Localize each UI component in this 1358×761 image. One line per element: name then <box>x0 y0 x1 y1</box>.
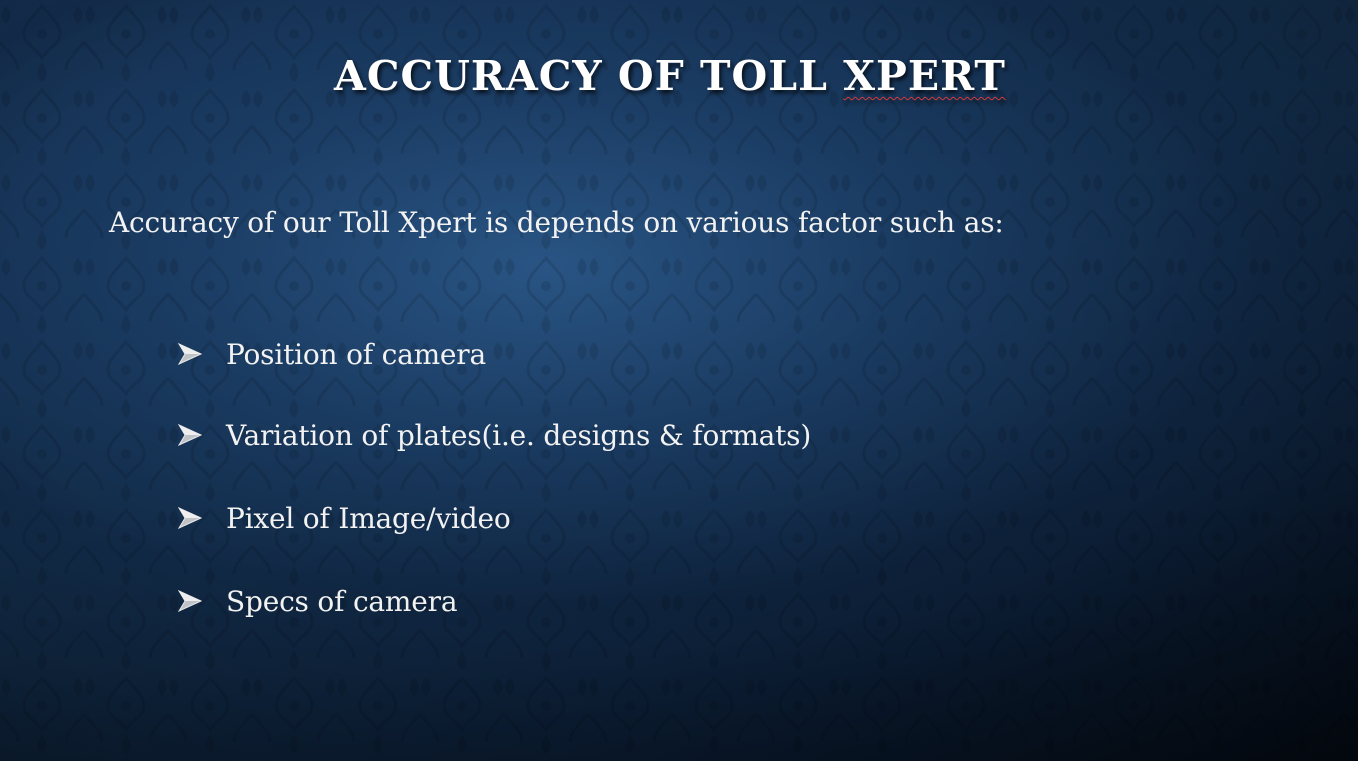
bullet-item: Pixel of Image/video <box>178 498 511 538</box>
intro-text: Accuracy of our Toll Xpert is depends on… <box>109 206 1004 239</box>
bullet-item: Specs of camera <box>178 581 458 621</box>
arrowhead-bullet-icon <box>178 343 202 365</box>
slide-title-main: ACCURACY OF TOLL <box>334 52 844 100</box>
bullet-text: Specs of camera <box>226 584 458 618</box>
bullet-item: Position of camera <box>178 334 486 374</box>
arrowhead-bullet-icon <box>178 590 202 612</box>
damask-background-pattern <box>0 0 1358 761</box>
arrowhead-bullet-icon <box>178 424 202 446</box>
bullet-item: Variation of plates(i.e. designs & forma… <box>178 415 811 455</box>
slide: ACCURACY OF TOLL XPERT Accuracy of our T… <box>0 0 1358 761</box>
arrowhead-bullet-icon <box>178 507 202 529</box>
bullet-text: Position of camera <box>226 337 486 371</box>
slide-title-emphasis: XPERT <box>843 52 1006 100</box>
bullet-text: Pixel of Image/video <box>226 501 511 535</box>
slide-title: ACCURACY OF TOLL XPERT <box>0 52 1340 100</box>
bullet-text: Variation of plates(i.e. designs & forma… <box>226 418 812 452</box>
